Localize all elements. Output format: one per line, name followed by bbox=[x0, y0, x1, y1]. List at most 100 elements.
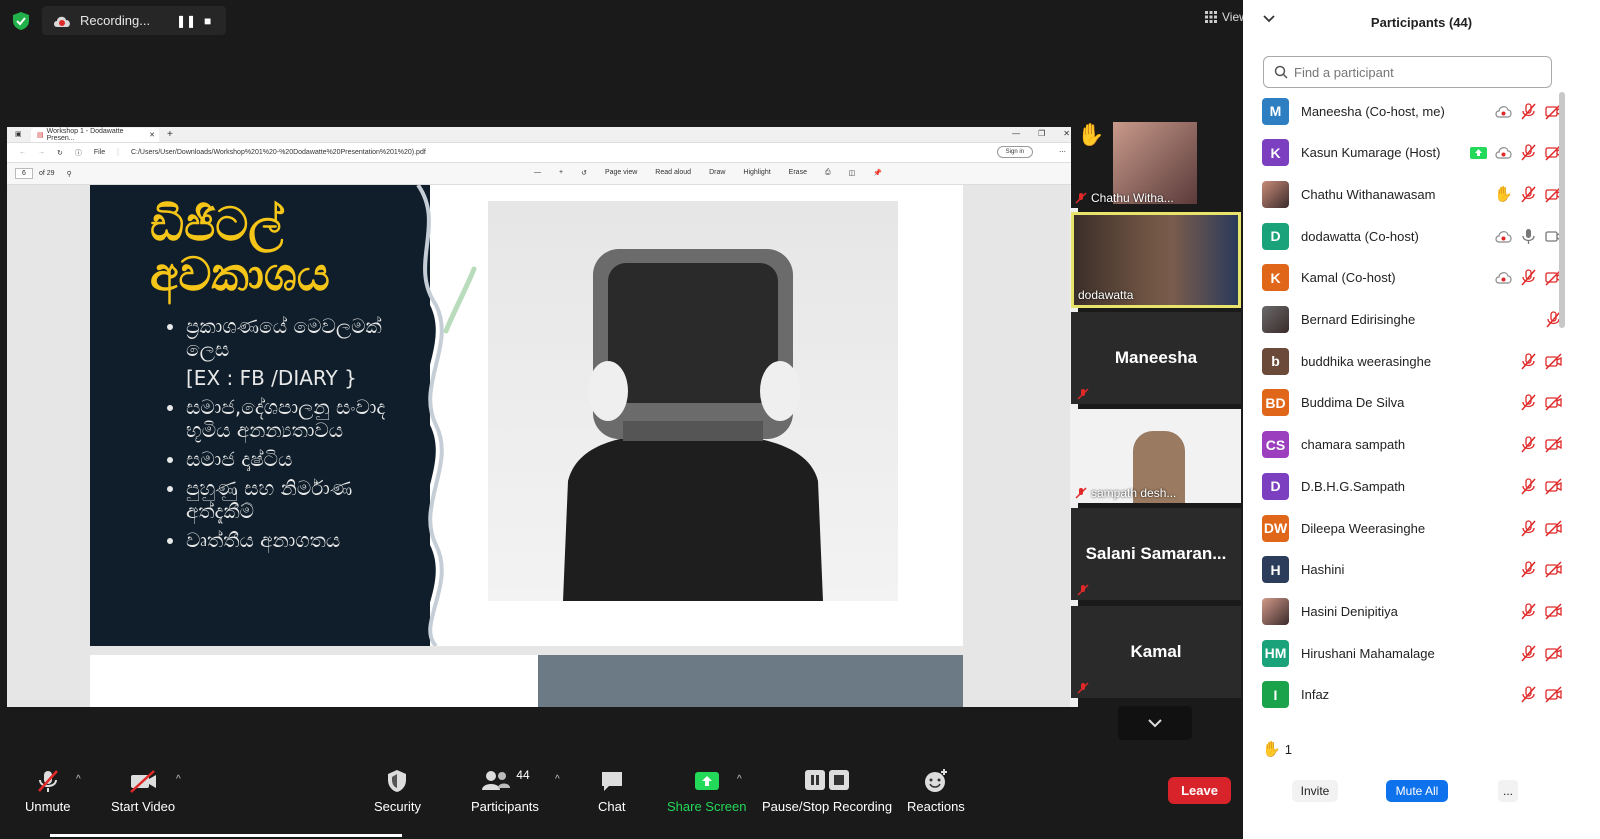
participant-row[interactable]: CS chamara sampath bbox=[1243, 424, 1563, 466]
participant-search[interactable] bbox=[1263, 56, 1552, 88]
minimize-icon[interactable]: — bbox=[1012, 129, 1020, 138]
encryption-shield-icon[interactable] bbox=[10, 10, 32, 32]
participant-status-icons bbox=[1519, 352, 1563, 371]
participant-row[interactable]: D D.B.H.G.Sampath bbox=[1243, 465, 1563, 507]
participant-name: Kamal (Co-host) bbox=[1301, 270, 1396, 286]
browser-tab-strip: ▣ ▤ Workshop 1 - Dodawatte Presen... ✕ +… bbox=[7, 127, 1078, 143]
info-icon[interactable]: ⓘ bbox=[75, 148, 82, 158]
view-button[interactable]: View bbox=[1205, 10, 1248, 24]
participant-name: dodawatta (Co-host) bbox=[1301, 228, 1419, 244]
slide-title-line-1: ඩිජිටල් bbox=[150, 197, 284, 251]
read-aloud-button[interactable]: Read aloud bbox=[655, 169, 691, 177]
erase-button[interactable]: Erase bbox=[789, 169, 807, 177]
mic-off-icon bbox=[37, 770, 58, 792]
participant-row[interactable]: H Hashini bbox=[1243, 549, 1563, 591]
participant-row[interactable]: BD Buddima De Silva bbox=[1243, 382, 1563, 424]
reactions-button[interactable]: Reactions bbox=[907, 768, 965, 814]
video-tile[interactable]: Salani Samaran... bbox=[1071, 508, 1241, 600]
participant-list-scrollbar[interactable] bbox=[1559, 92, 1565, 328]
participant-row[interactable]: HM Hirushani Mahamalage bbox=[1243, 632, 1563, 674]
pause-recording-icon[interactable]: ❚❚ bbox=[176, 14, 196, 28]
url-field[interactable]: C:/Users/User/Downloads/Workshop%201%20-… bbox=[131, 149, 426, 156]
toolbar-progress-line bbox=[50, 834, 402, 837]
avatar bbox=[1262, 180, 1289, 208]
video-tile-active-speaker[interactable]: dodawatta bbox=[1071, 212, 1241, 308]
more-options-button[interactable]: ... bbox=[1498, 780, 1518, 802]
participant-row[interactable]: I Infaz bbox=[1243, 674, 1563, 716]
search-input[interactable] bbox=[1294, 64, 1534, 80]
close-window-icon[interactable]: ✕ bbox=[1063, 129, 1070, 138]
mute-all-button[interactable]: Mute All bbox=[1386, 780, 1448, 802]
participant-row[interactable]: DW Dileepa Weerasinghe bbox=[1243, 507, 1563, 549]
highlight-button[interactable]: Highlight bbox=[743, 169, 770, 177]
browser-tab-title: Workshop 1 - Dodawatte Presen... bbox=[46, 127, 124, 142]
security-button[interactable]: Security bbox=[374, 768, 421, 814]
browser-tab[interactable]: ▤ Workshop 1 - Dodawatte Presen... ✕ bbox=[31, 127, 159, 142]
invite-button[interactable]: Invite bbox=[1292, 780, 1338, 802]
file-label: File bbox=[93, 149, 106, 156]
participant-row[interactable]: Bernard Edirisinghe bbox=[1243, 299, 1563, 341]
start-video-button[interactable]: Start Video bbox=[111, 768, 175, 814]
save-icon[interactable]: ◫ bbox=[849, 169, 856, 177]
maximize-icon[interactable]: ❐ bbox=[1038, 129, 1045, 138]
participant-status-icons bbox=[1519, 393, 1563, 412]
avatar: I bbox=[1262, 681, 1289, 709]
pin-icon[interactable]: 📌 bbox=[873, 169, 882, 177]
rotate-icon[interactable]: ↺ bbox=[581, 169, 587, 177]
page-view-button[interactable]: Page view bbox=[605, 169, 637, 177]
recording-indicator: Recording... ❚❚ ■ bbox=[42, 6, 226, 35]
stop-recording-icon[interactable]: ■ bbox=[204, 14, 211, 28]
unmute-button[interactable]: Unmute bbox=[25, 768, 71, 814]
forward-icon[interactable]: → bbox=[38, 149, 45, 156]
share-screen-button[interactable]: Share Screen bbox=[667, 768, 747, 814]
panel-header: Participants (44) bbox=[1243, 0, 1600, 44]
share-options-caret[interactable]: ^ bbox=[737, 774, 742, 785]
leave-button[interactable]: Leave bbox=[1168, 777, 1231, 804]
audio-options-caret[interactable]: ^ bbox=[76, 774, 81, 785]
page-number-input[interactable]: 6 bbox=[15, 168, 33, 179]
participant-name: Hirushani Mahamalage bbox=[1301, 645, 1435, 661]
raised-hands-count[interactable]: ✋ 1 bbox=[1262, 740, 1292, 758]
reactions-label: Reactions bbox=[907, 799, 965, 814]
tile-name: Chathu Witha... bbox=[1075, 191, 1174, 205]
zoom-in-icon[interactable]: + bbox=[559, 169, 563, 177]
avatar: D bbox=[1262, 222, 1289, 250]
mic-off-icon bbox=[1075, 192, 1087, 204]
video-options-caret[interactable]: ^ bbox=[176, 774, 181, 785]
gallery-next-page-button[interactable] bbox=[1118, 706, 1192, 740]
video-tile[interactable]: ✋ Chathu Witha... bbox=[1071, 116, 1241, 208]
participant-row[interactable]: Chathu Withanawasam ✋ bbox=[1243, 173, 1563, 215]
camera-off-icon bbox=[1545, 686, 1562, 703]
participant-row[interactable]: M Maneesha (Co-host, me) bbox=[1243, 90, 1563, 132]
participant-row[interactable]: Ddodawatta (Co-host) bbox=[1243, 215, 1563, 257]
collapse-chevron-icon[interactable] bbox=[1263, 14, 1275, 24]
video-tile[interactable]: Maneesha bbox=[1071, 312, 1241, 404]
video-tile[interactable]: sampath desh... bbox=[1071, 409, 1241, 503]
draw-button[interactable]: Draw bbox=[709, 169, 725, 177]
camera-off-icon bbox=[1545, 353, 1562, 370]
participant-row[interactable]: b buddhika weerasinghe bbox=[1243, 340, 1563, 382]
tab-actions-icon[interactable]: ▣ bbox=[15, 130, 22, 138]
participant-status-icons bbox=[1469, 143, 1563, 162]
sharing-icon bbox=[1470, 147, 1487, 160]
browser-menu-icon[interactable]: ⋯ bbox=[1059, 148, 1066, 156]
zoom-out-icon[interactable]: — bbox=[534, 169, 541, 177]
participant-row[interactable]: K Kasun Kumarage (Host) bbox=[1243, 132, 1563, 174]
pause-stop-recording-button[interactable]: Pause/Stop Recording bbox=[762, 768, 892, 814]
new-tab-icon[interactable]: + bbox=[167, 129, 173, 140]
back-icon[interactable]: ← bbox=[19, 149, 26, 156]
chat-button[interactable]: Chat bbox=[598, 768, 625, 814]
print-icon[interactable]: ⎙ bbox=[825, 169, 831, 177]
find-icon[interactable]: ⚲ bbox=[67, 170, 72, 178]
participant-row[interactable]: K Kamal (Co-host) bbox=[1243, 257, 1563, 299]
share-screen-label: Share Screen bbox=[667, 799, 747, 814]
participants-button[interactable]: 44 Participants bbox=[471, 768, 539, 814]
participant-row[interactable]: Hasini Denipitiya bbox=[1243, 590, 1563, 632]
tile-name: Salani Samaran... bbox=[1085, 544, 1227, 563]
camera-off-icon bbox=[1545, 436, 1562, 453]
participants-options-caret[interactable]: ^ bbox=[555, 774, 560, 785]
close-tab-icon[interactable]: ✕ bbox=[149, 131, 155, 139]
video-tile[interactable]: Kamal bbox=[1071, 606, 1241, 698]
sign-in-button[interactable]: Sign in bbox=[996, 146, 1033, 158]
refresh-icon[interactable]: ↻ bbox=[57, 149, 63, 157]
